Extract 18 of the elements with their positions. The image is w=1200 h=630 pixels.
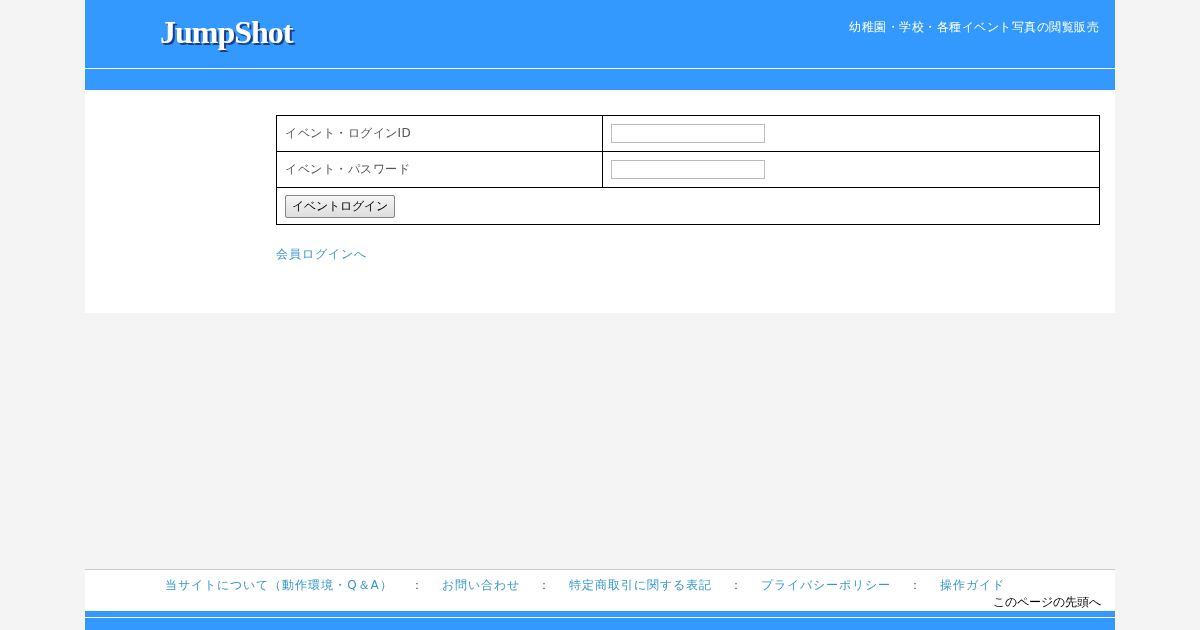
footer-link[interactable]: お問い合わせ	[441, 577, 520, 594]
footer-link[interactable]: 当サイトについて（動作環境・Q＆A）	[165, 577, 393, 594]
page-top-link[interactable]: このページの先頭へ	[993, 595, 1101, 609]
separator: ：	[729, 577, 743, 594]
footer-link[interactable]: 特定商取引に関する表記	[568, 577, 712, 594]
separator: ：	[410, 577, 424, 594]
separator: ：	[537, 577, 551, 594]
site-tagline: 幼稚園・学校・各種イベント写真の閲覧販売	[849, 19, 1099, 36]
footer-link[interactable]: 操作ガイド	[939, 577, 1005, 594]
input-field[interactable]	[611, 160, 765, 179]
login-button[interactable]: イベントログイン	[285, 194, 395, 218]
separator: ：	[908, 577, 922, 594]
field-label: イベント・ログインID	[285, 126, 412, 140]
input-field[interactable]	[611, 124, 765, 143]
site-logo[interactable]: JumpShot	[160, 14, 293, 51]
field-label: イベント・パスワード	[285, 162, 410, 176]
footer-link[interactable]: プライバシーポリシー	[760, 577, 891, 594]
member-login-link[interactable]: 会員ログインへ	[276, 246, 367, 263]
